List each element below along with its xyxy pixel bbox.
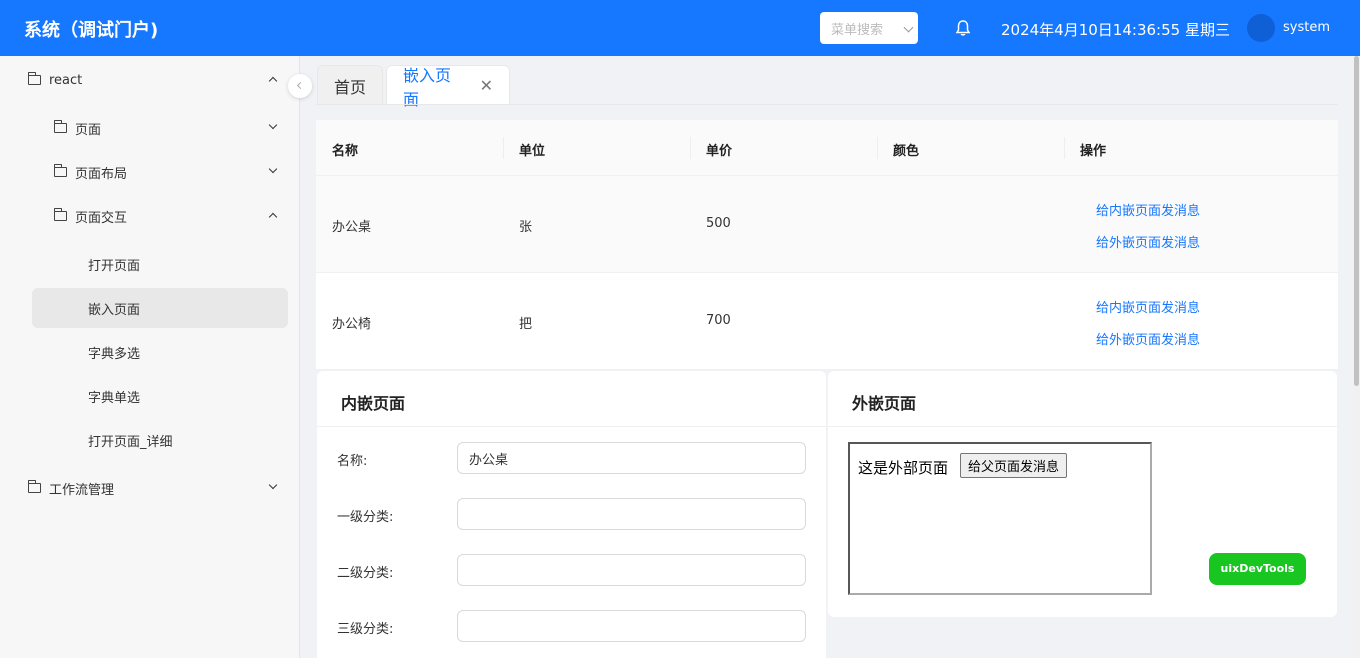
cell-price: 700 [706, 313, 731, 328]
category-1-input[interactable] [457, 498, 806, 530]
sidebar-item-embed-page[interactable]: 嵌入页面 [32, 288, 288, 328]
devtools-button[interactable]: uixDevTools [1209, 553, 1306, 585]
top-header: 系统（调试门户) 菜单搜索 2024年4月10日14:36:55 星期三 sys… [0, 0, 1360, 56]
chevron-left-icon [296, 81, 305, 90]
sidebar-item-label: 嵌入页面 [88, 302, 141, 318]
product-table: 名称 单位 单价 颜色 操作 办公桌 张 500 给内嵌页面发消息 给外嵌页面发… [316, 120, 1338, 370]
inner-embed-panel: 内嵌页面 名称: 一级分类: 二级分类: 三级分类: [317, 371, 826, 658]
cell-price: 500 [706, 216, 731, 231]
field-label-category-1: 一级分类: [337, 510, 394, 525]
app-title: 系统（调试门户) [24, 20, 159, 41]
column-header-color: 颜色 [893, 144, 920, 159]
sidebar-item-label: 页面布局 [75, 166, 128, 182]
tab-label: 嵌入页面 [403, 65, 452, 109]
chevron-down-icon [268, 164, 278, 174]
category-2-input[interactable] [457, 554, 806, 586]
cell-name: 办公椅 [332, 317, 372, 332]
username[interactable]: system [1283, 20, 1330, 35]
cell-unit: 把 [519, 317, 533, 332]
current-datetime: 2024年4月10日14:36:55 星期三 [1001, 21, 1230, 39]
folder-icon [53, 208, 67, 221]
tab-embed-page[interactable]: 嵌入页面 ✕ [386, 65, 510, 109]
external-page-frame[interactable]: 这是外部页面 给父页面发消息 [848, 442, 1152, 595]
chevron-down-icon [268, 480, 278, 490]
menu-search-select[interactable]: 菜单搜索 [820, 12, 918, 44]
sidebar-item-label: 打开页面 [88, 258, 141, 274]
sidebar-item-dict-single[interactable]: 字典单选 [32, 376, 288, 416]
column-header-price: 单价 [706, 144, 733, 159]
column-divider [503, 137, 504, 159]
chevron-up-icon [268, 76, 278, 86]
field-label-category-3: 三级分类: [337, 622, 394, 637]
sidebar-item-label: 字典单选 [88, 390, 141, 406]
sidebar-item-dict-multi[interactable]: 字典多选 [32, 332, 288, 372]
scrollbar-thumb[interactable] [1354, 56, 1359, 386]
panel-divider [317, 426, 826, 427]
send-inner-message-link[interactable]: 给内嵌页面发消息 [1096, 200, 1200, 219]
tab-home[interactable]: 首页 [317, 65, 383, 105]
folder-icon [27, 72, 41, 85]
folder-icon [53, 120, 67, 133]
table-row: 办公桌 张 500 给内嵌页面发消息 给外嵌页面发消息 [316, 176, 1338, 273]
bell-icon[interactable] [955, 19, 971, 37]
panel-title: 外嵌页面 [852, 394, 917, 413]
sidebar: react 页面 页面布局 页面交互 打开页面 嵌入页面 字典多选 字典单选 打… [0, 56, 300, 658]
send-to-parent-button[interactable]: 给父页面发消息 [960, 453, 1068, 478]
field-label-category-2: 二级分类: [337, 566, 394, 581]
page-scrollbar[interactable] [1353, 56, 1360, 658]
sidebar-item-page-layout[interactable]: 页面布局 [53, 152, 288, 192]
sidebar-item-label: 页面 [75, 122, 102, 138]
sidebar-item-label: 打开页面_详细 [88, 434, 173, 450]
cell-name: 办公桌 [332, 220, 372, 235]
send-inner-message-link[interactable]: 给内嵌页面发消息 [1096, 297, 1200, 316]
sidebar-item-label: 字典多选 [88, 346, 141, 362]
sidebar-item-label: react [49, 72, 83, 88]
column-header-actions: 操作 [1080, 144, 1107, 159]
column-header-unit: 单位 [519, 144, 546, 159]
close-icon[interactable]: ✕ [480, 76, 493, 95]
sidebar-item-page-interaction[interactable]: 页面交互 [53, 196, 288, 236]
column-divider [690, 137, 691, 159]
sidebar-item-react[interactable]: react [27, 60, 288, 100]
tab-label: 首页 [334, 77, 367, 97]
panel-title: 内嵌页面 [341, 394, 406, 413]
name-input[interactable] [457, 442, 806, 474]
tab-divider [316, 104, 1338, 105]
folder-icon [53, 164, 67, 177]
column-header-name: 名称 [332, 144, 359, 159]
table-row: 办公椅 把 700 给内嵌页面发消息 给外嵌页面发消息 [316, 273, 1338, 370]
send-outer-message-link[interactable]: 给外嵌页面发消息 [1096, 232, 1200, 251]
chevron-down-icon [268, 120, 278, 130]
panel-divider [828, 426, 1337, 427]
chevron-up-icon [268, 212, 278, 222]
folder-icon [27, 480, 41, 493]
sidebar-item-open-page[interactable]: 打开页面 [32, 244, 288, 284]
cell-unit: 张 [519, 220, 533, 235]
external-page-text: 这是外部页面 [858, 459, 949, 477]
column-divider [1064, 137, 1065, 159]
sidebar-item-workflow[interactable]: 工作流管理 [27, 468, 288, 508]
sidebar-item-page[interactable]: 页面 [53, 108, 288, 148]
chevron-down-icon [903, 22, 914, 33]
sidebar-item-label: 工作流管理 [49, 482, 115, 498]
menu-search-placeholder: 菜单搜索 [831, 23, 884, 38]
sidebar-collapse-button[interactable] [288, 74, 312, 98]
avatar[interactable] [1247, 14, 1275, 42]
sidebar-item-open-page-detail[interactable]: 打开页面_详细 [32, 420, 288, 460]
column-divider [877, 137, 878, 159]
send-outer-message-link[interactable]: 给外嵌页面发消息 [1096, 329, 1200, 348]
category-3-input[interactable] [457, 610, 806, 642]
sidebar-item-label: 页面交互 [75, 210, 128, 226]
table-header: 名称 单位 单价 颜色 操作 [316, 120, 1338, 176]
field-label-name: 名称: [337, 454, 368, 469]
